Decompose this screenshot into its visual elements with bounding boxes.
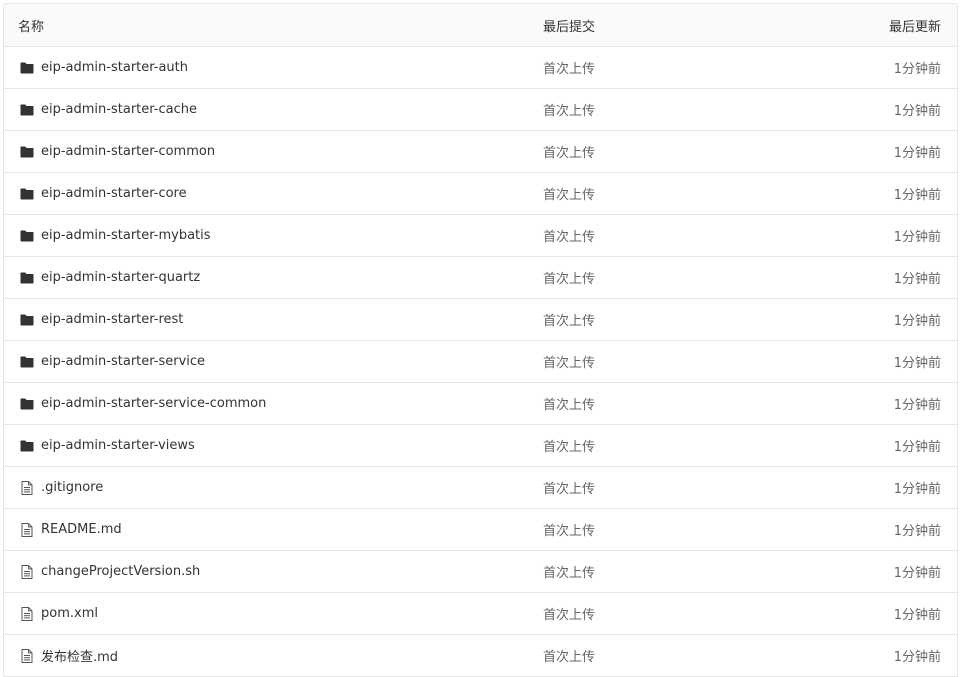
table-header: 名称 最后提交 最后更新 [4,4,957,47]
entry-name-link[interactable]: changeProjectVersion.sh [41,564,200,579]
row-updated-time: 1分钟前 [893,566,941,581]
entry-name-link[interactable]: 发布检查.md [41,646,118,665]
row-name-cell: eip-admin-starter-quartz [4,270,529,285]
row-name-cell: eip-admin-starter-rest [4,312,529,327]
entry-name-link[interactable]: eip-admin-starter-service [41,354,205,369]
file-icon [20,522,34,537]
row-commit-message[interactable]: 首次上传 [529,394,769,413]
row-updated-time: 1分钟前 [893,524,941,539]
row-updated-time: 1分钟前 [893,272,941,287]
table-row[interactable]: eip-admin-starter-service 首次上传 1分钟前 [4,341,957,383]
row-commit-message[interactable]: 首次上传 [529,604,769,623]
entry-name-link[interactable]: eip-admin-starter-cache [41,102,197,117]
row-name-cell: eip-admin-starter-core [4,186,529,201]
row-commit-message[interactable]: 首次上传 [529,352,769,371]
entry-name-link[interactable]: eip-admin-starter-rest [41,312,183,327]
folder-icon [20,439,34,453]
row-updated-time: 1分钟前 [893,356,941,371]
table-row[interactable]: eip-admin-starter-quartz 首次上传 1分钟前 [4,257,957,299]
row-commit-message[interactable]: 首次上传 [529,58,769,77]
row-name-cell: changeProjectVersion.sh [4,564,529,579]
entry-name-link[interactable]: eip-admin-starter-core [41,186,187,201]
row-updated-time: 1分钟前 [893,440,941,455]
header-last-updated: 最后更新 [888,19,941,35]
table-row[interactable]: eip-admin-starter-views 首次上传 1分钟前 [4,425,957,467]
row-name-cell: eip-admin-starter-service [4,354,529,369]
folder-icon [20,355,34,369]
folder-icon [20,187,34,201]
row-name-cell: .gitignore [4,480,529,495]
table-body: eip-admin-starter-auth 首次上传 1分钟前 eip-adm… [4,47,957,677]
table-row[interactable]: eip-admin-starter-auth 首次上传 1分钟前 [4,47,957,89]
row-updated-time: 1分钟前 [893,62,941,77]
row-commit-message[interactable]: 首次上传 [529,436,769,455]
row-name-cell: 发布检查.md [4,646,529,665]
row-updated-time: 1分钟前 [893,398,941,413]
entry-name-link[interactable]: eip-admin-starter-service-common [41,396,266,411]
table-row[interactable]: .gitignore 首次上传 1分钟前 [4,467,957,509]
row-name-cell: eip-admin-starter-common [4,144,529,159]
table-row[interactable]: eip-admin-starter-service-common 首次上传 1分… [4,383,957,425]
row-updated-time: 1分钟前 [893,650,941,665]
table-row[interactable]: pom.xml 首次上传 1分钟前 [4,593,957,635]
row-commit-message[interactable]: 首次上传 [529,226,769,245]
header-name: 名称 [18,19,45,35]
table-row[interactable]: 发布检查.md 首次上传 1分钟前 [4,635,957,677]
entry-name-link[interactable]: .gitignore [41,480,103,495]
file-icon [20,564,34,579]
table-row[interactable]: README.md 首次上传 1分钟前 [4,509,957,551]
table-row[interactable]: eip-admin-starter-rest 首次上传 1分钟前 [4,299,957,341]
table-row[interactable]: eip-admin-starter-cache 首次上传 1分钟前 [4,89,957,131]
row-commit-message[interactable]: 首次上传 [529,562,769,581]
row-name-cell: eip-admin-starter-cache [4,102,529,117]
file-icon [20,480,34,495]
entry-name-link[interactable]: eip-admin-starter-quartz [41,270,200,285]
entry-name-link[interactable]: README.md [41,522,122,537]
row-name-cell: eip-admin-starter-views [4,438,529,453]
folder-icon [20,229,34,243]
row-name-cell: README.md [4,522,529,537]
entry-name-link[interactable]: pom.xml [41,606,98,621]
row-commit-message[interactable]: 首次上传 [529,142,769,161]
folder-icon [20,103,34,117]
row-commit-message[interactable]: 首次上传 [529,310,769,329]
file-list-table: 名称 最后提交 最后更新 eip-admin-starter-auth 首次上传… [3,3,958,677]
row-updated-time: 1分钟前 [893,146,941,161]
row-name-cell: pom.xml [4,606,529,621]
folder-icon [20,271,34,285]
table-row[interactable]: eip-admin-starter-core 首次上传 1分钟前 [4,173,957,215]
row-updated-time: 1分钟前 [893,608,941,623]
entry-name-link[interactable]: eip-admin-starter-auth [41,60,188,75]
table-row[interactable]: eip-admin-starter-common 首次上传 1分钟前 [4,131,957,173]
file-icon [20,606,34,621]
row-updated-time: 1分钟前 [893,188,941,203]
folder-icon [20,313,34,327]
entry-name-link[interactable]: eip-admin-starter-views [41,438,195,453]
row-updated-time: 1分钟前 [893,104,941,119]
file-icon [20,648,34,663]
row-name-cell: eip-admin-starter-mybatis [4,228,529,243]
row-commit-message[interactable]: 首次上传 [529,478,769,497]
row-updated-time: 1分钟前 [893,314,941,329]
row-updated-time: 1分钟前 [893,482,941,497]
entry-name-link[interactable]: eip-admin-starter-mybatis [41,228,211,243]
row-commit-message[interactable]: 首次上传 [529,520,769,539]
folder-icon [20,61,34,75]
table-row[interactable]: changeProjectVersion.sh 首次上传 1分钟前 [4,551,957,593]
row-commit-message[interactable]: 首次上传 [529,268,769,287]
row-name-cell: eip-admin-starter-service-common [4,396,529,411]
folder-icon [20,145,34,159]
table-row[interactable]: eip-admin-starter-mybatis 首次上传 1分钟前 [4,215,957,257]
header-last-commit: 最后提交 [543,19,596,35]
row-commit-message[interactable]: 首次上传 [529,646,769,665]
row-commit-message[interactable]: 首次上传 [529,184,769,203]
folder-icon [20,397,34,411]
row-name-cell: eip-admin-starter-auth [4,60,529,75]
row-updated-time: 1分钟前 [893,230,941,245]
row-commit-message[interactable]: 首次上传 [529,100,769,119]
entry-name-link[interactable]: eip-admin-starter-common [41,144,215,159]
